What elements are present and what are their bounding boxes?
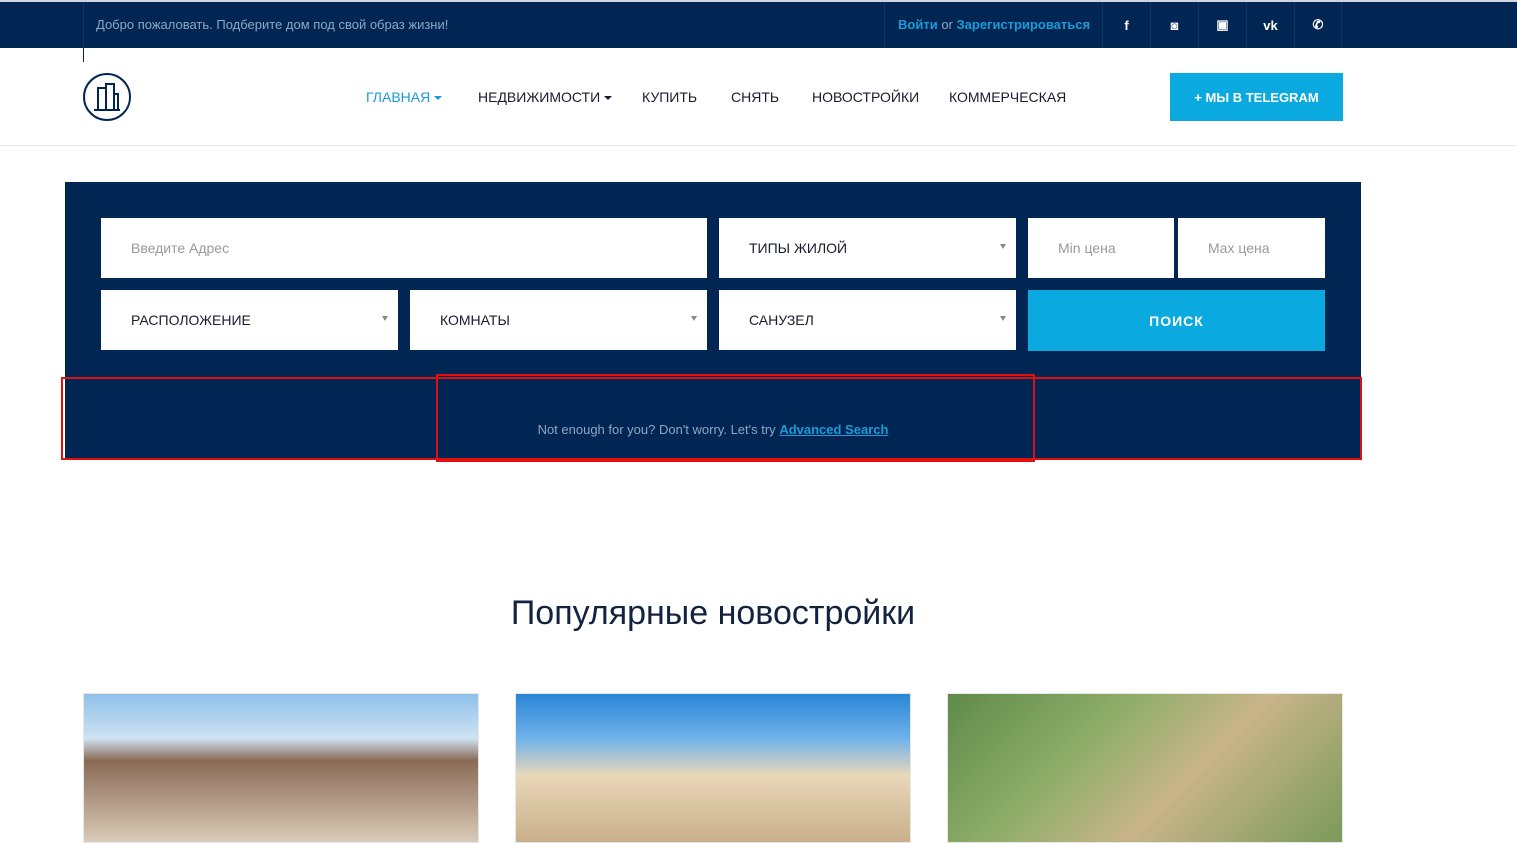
telegram-button[interactable]: + МЫ В TELEGRAM	[1170, 73, 1343, 121]
facebook-icon[interactable]: f	[1102, 2, 1150, 48]
header: ГЛАВНАЯ НЕДВИЖИМОСТИ КУПИТЬ СНЯТЬ НОВОСТ…	[0, 48, 1517, 146]
rooms-select[interactable]: КОМНАТЫ	[410, 290, 707, 350]
address-input[interactable]: Введите Адрес	[101, 218, 707, 278]
nav-home[interactable]: ГЛАВНАЯ	[366, 48, 443, 146]
property-card-image[interactable]	[515, 693, 911, 843]
section-title: Популярные новостройки	[510, 594, 916, 632]
register-link[interactable]: Зарегистрироваться	[957, 17, 1091, 32]
or-text: or	[941, 17, 953, 32]
nav-rent[interactable]: СНЯТЬ	[731, 48, 779, 146]
login-link[interactable]: Войти	[898, 17, 938, 32]
nav-realty[interactable]: НЕДВИЖИМОСТИ	[478, 48, 613, 146]
nav-new-buildings[interactable]: НОВОСТРОЙКИ	[812, 48, 919, 146]
annotation-box	[436, 374, 1035, 462]
auth-links: Войти or Зарегистрироваться	[884, 2, 1103, 48]
instagram-icon[interactable]: ◙	[1150, 2, 1198, 48]
search-button[interactable]: ПОИСК	[1028, 290, 1325, 351]
logo-building-icon[interactable]	[83, 73, 131, 121]
welcome-text: Добро пожаловать. Подберите дом под свой…	[83, 2, 448, 48]
property-card-image[interactable]	[83, 693, 479, 843]
location-select[interactable]: РАСПОЛОЖЕНИЕ	[101, 290, 398, 350]
caret-down-icon	[434, 96, 443, 101]
youtube-icon[interactable]: ▣	[1198, 2, 1246, 48]
nav-buy[interactable]: КУПИТЬ	[642, 48, 697, 146]
nav-label: ГЛАВНАЯ	[366, 89, 431, 105]
min-price-input[interactable]: Min цена	[1028, 218, 1174, 278]
max-price-input[interactable]: Max цена	[1178, 218, 1325, 278]
bathroom-select[interactable]: САНУЗЕЛ	[719, 290, 1016, 350]
nav-label: НЕДВИЖИМОСТИ	[478, 89, 601, 105]
property-type-select[interactable]: ТИПЫ ЖИЛОЙ	[719, 218, 1016, 278]
vk-icon[interactable]: vk	[1246, 2, 1294, 48]
whatsapp-icon[interactable]: ✆	[1294, 2, 1342, 48]
property-card-image[interactable]	[947, 693, 1343, 843]
nav-commercial[interactable]: КОММЕРЧЕСКАЯ	[949, 48, 1066, 146]
top-bar: Добро пожаловать. Подберите дом под свой…	[0, 0, 1517, 62]
caret-down-icon	[604, 96, 613, 101]
